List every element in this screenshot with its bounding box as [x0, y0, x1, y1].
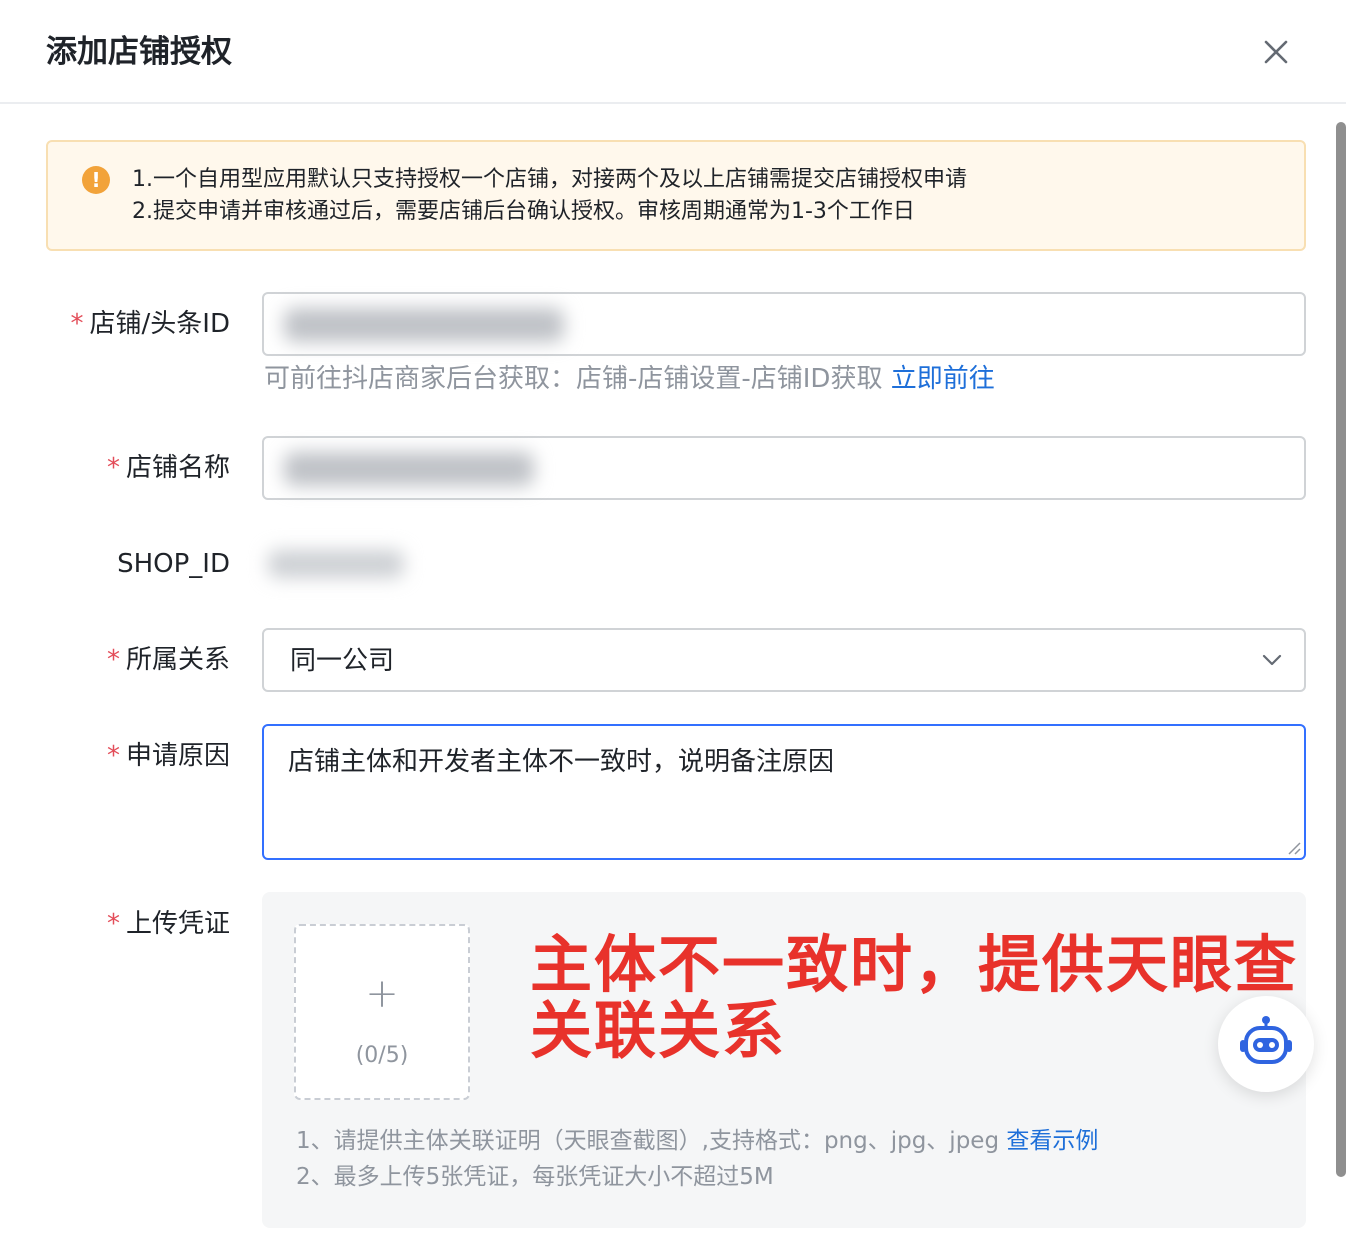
relation-label: * 所属关系	[0, 642, 230, 678]
relation-select[interactable]: 同一公司	[262, 628, 1306, 692]
required-mark: *	[106, 645, 120, 675]
go-now-link[interactable]: 立即前往	[891, 364, 995, 394]
reason-text: 店铺主体和开发者主体不一致时，说明备注原因	[288, 747, 835, 777]
notice-line-2: 2.提交申请并审核通过后，需要店铺后台确认授权。审核周期通常为1-3个工作日	[132, 199, 915, 224]
view-example-link[interactable]: 查看示例	[1006, 1128, 1098, 1154]
shop-id-label: * 店铺/头条ID	[0, 306, 230, 342]
close-button[interactable]	[1256, 32, 1296, 72]
red-annotation: 主体不一致时，提供天眼查关联关系	[530, 928, 1299, 1067]
redacted-value	[284, 308, 564, 342]
add-shop-authorization-dialog: 添加店铺授权 ! 1.一个自用型应用默认只支持授权一个店铺，对接两个及以上店铺需…	[0, 0, 1346, 1244]
shop-id-input[interactable]	[262, 292, 1306, 356]
reason-label: * 申请原因	[0, 738, 230, 774]
chevron-down-icon	[1262, 654, 1282, 666]
notice-line-1: 1.一个自用型应用默认只支持授权一个店铺，对接两个及以上店铺需提交店铺授权申请	[132, 167, 967, 192]
close-icon	[1264, 40, 1288, 64]
shop-id-redacted-value	[268, 550, 404, 578]
voucher-label: * 上传凭证	[0, 906, 230, 942]
exclamation-circle-icon: !	[82, 166, 110, 194]
upload-count: (0/5)	[355, 1043, 409, 1068]
reason-label-text: 申请原因	[125, 741, 230, 771]
required-mark: *	[106, 741, 120, 771]
dialog-title: 添加店铺授权	[46, 34, 232, 70]
shop-id-hint: 可前往抖店商家后台获取：店铺-店铺设置-店铺ID获取 立即前往	[264, 360, 995, 398]
required-mark: *	[106, 909, 120, 939]
upload-note-1: 1、请提供主体关联证明（天眼查截图）,支持格式：png、jpg、jpeg 查看示…	[296, 1124, 1098, 1158]
upload-note-2: 2、最多上传5张凭证，每张凭证大小不超过5M	[296, 1164, 774, 1190]
redacted-value	[284, 452, 534, 486]
assistant-button[interactable]	[1218, 996, 1314, 1092]
shop-id-display-label: SHOP_ID	[117, 549, 230, 579]
voucher-label-text: 上传凭证	[125, 909, 230, 939]
plus-icon: +	[365, 971, 399, 1017]
shop-name-input[interactable]	[262, 436, 1306, 500]
required-mark: *	[70, 309, 84, 339]
required-mark: *	[106, 453, 120, 483]
shop-id-label-text: 店铺/头条ID	[89, 309, 230, 339]
dialog-header: 添加店铺授权	[0, 0, 1346, 104]
scrollbar[interactable]	[1336, 122, 1346, 1177]
reason-textarea[interactable]: 店铺主体和开发者主体不一致时，说明备注原因	[262, 724, 1306, 860]
shop-name-label-text: 店铺名称	[125, 453, 230, 483]
relation-label-text: 所属关系	[125, 645, 230, 675]
notice-alert: ! 1.一个自用型应用默认只支持授权一个店铺，对接两个及以上店铺需提交店铺授权申…	[46, 140, 1306, 251]
shop-id-hint-text: 可前往抖店商家后台获取：店铺-店铺设置-店铺ID获取	[264, 364, 883, 394]
relation-selected-value: 同一公司	[290, 646, 395, 676]
shop-name-label: * 店铺名称	[0, 450, 230, 486]
upload-button[interactable]: + (0/5)	[294, 924, 470, 1100]
upload-panel: + (0/5) 主体不一致时，提供天眼查关联关系 1、请提供主体关联证明（天眼查…	[262, 892, 1306, 1228]
resize-grip-icon[interactable]	[1286, 840, 1302, 856]
robot-icon	[1240, 1016, 1292, 1064]
upload-note-1-text: 1、请提供主体关联证明（天眼查截图）,支持格式：png、jpg、jpeg	[296, 1128, 1000, 1154]
